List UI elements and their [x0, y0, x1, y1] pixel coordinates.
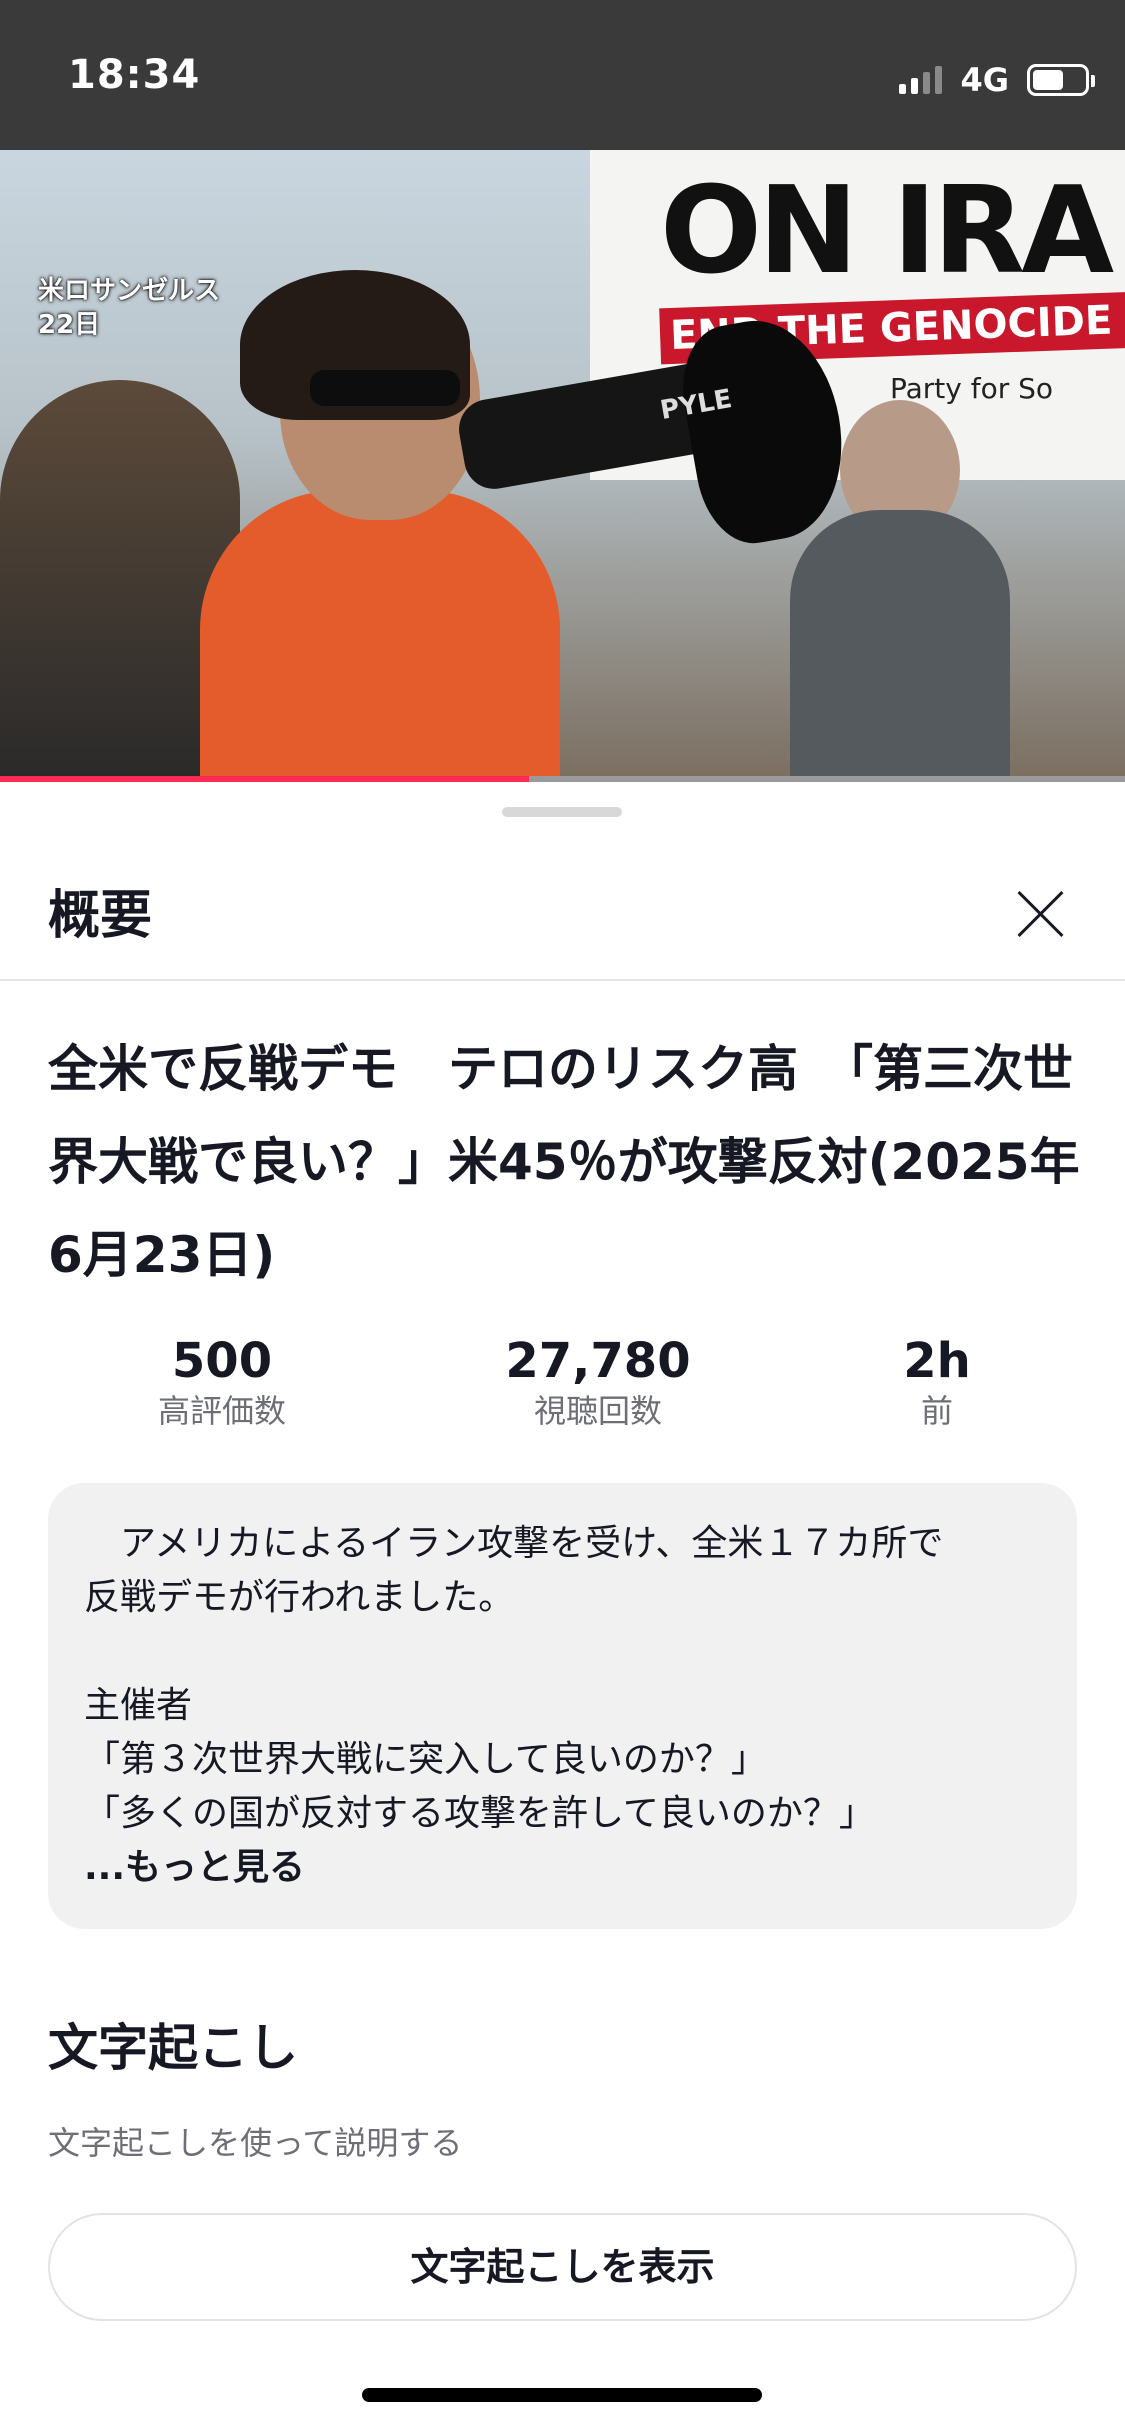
- status-indicators: 4G: [899, 60, 1095, 100]
- description-line: 反戦デモが行われました。: [84, 1577, 515, 1618]
- video-progress-fill: [0, 776, 529, 782]
- transcript-subtitle: 文字起こしを使って説明する: [48, 2124, 463, 2162]
- stat-posted: 2h 前: [787, 1333, 1087, 1433]
- caption-location: 米ロサンゼルス: [38, 276, 221, 306]
- description-line: 主催者: [84, 1685, 193, 1726]
- video-progress-bar[interactable]: [0, 776, 1125, 782]
- video-title: 全米で反戦デモ テロのリスク高 「第三次世界大戦で良い？」米45％が攻撃反対(2…: [48, 1040, 1080, 1284]
- stat-label: 視聴回数: [533, 1392, 662, 1430]
- megaphone-icon: PYLE: [454, 308, 880, 552]
- stat-label: 高評価数: [157, 1392, 286, 1430]
- close-icon[interactable]: [1012, 885, 1070, 943]
- stat-value: 27,780: [505, 1333, 691, 1389]
- video-player[interactable]: ON IRA END THE GENOCIDE Party for So PYL…: [0, 150, 1125, 780]
- stat-views: 27,780 視聴回数: [448, 1333, 748, 1433]
- sheet-grabber[interactable]: [502, 807, 622, 817]
- description-line: 「多くの国が反対する攻撃を許して良いのか？」: [84, 1793, 875, 1834]
- divider: [0, 979, 1125, 981]
- home-indicator[interactable]: [362, 2388, 762, 2402]
- video-caption: 米ロサンゼルス 22日: [38, 274, 220, 342]
- stat-value: 2h: [903, 1333, 971, 1389]
- transcript-title: 文字起こし: [48, 2019, 298, 2077]
- description-line: アメリカによるイラン攻撃を受け、全米１７カ所で: [84, 1523, 944, 1564]
- banner-small-text: Party for So: [890, 372, 1054, 405]
- stat-value: 500: [171, 1333, 273, 1389]
- see-more-link[interactable]: ...もっと見る: [84, 1841, 1041, 1895]
- caption-date: 22日: [38, 310, 101, 340]
- stat-label: 前: [920, 1392, 953, 1430]
- description-box[interactable]: アメリカによるイラン攻撃を受け、全米１７カ所で 反戦デモが行われました。 主催者…: [48, 1483, 1077, 1929]
- crowd-figure: [790, 510, 1010, 780]
- stat-likes: 500 高評価数: [72, 1333, 372, 1433]
- status-bar: 18:34 4G: [0, 0, 1125, 150]
- show-transcript-button[interactable]: 文字起こしを表示: [48, 2213, 1077, 2321]
- battery-icon: [1027, 64, 1095, 96]
- description-line: 「第３次世界大戦に突入して良いのか？」: [84, 1739, 767, 1780]
- overview-sheet: 概要 全米で反戦デモ テロのリスク高 「第三次世界大戦で良い？」米45％が攻撃反…: [0, 783, 1125, 2436]
- video-stats: 500 高評価数 27,780 視聴回数 2h 前: [0, 1333, 1125, 1443]
- signal-icon: [899, 66, 943, 94]
- sheet-title: 概要: [48, 886, 153, 946]
- network-type: 4G: [960, 61, 1009, 99]
- status-time: 18:34: [68, 52, 201, 98]
- banner-text: ON IRA: [660, 162, 1114, 301]
